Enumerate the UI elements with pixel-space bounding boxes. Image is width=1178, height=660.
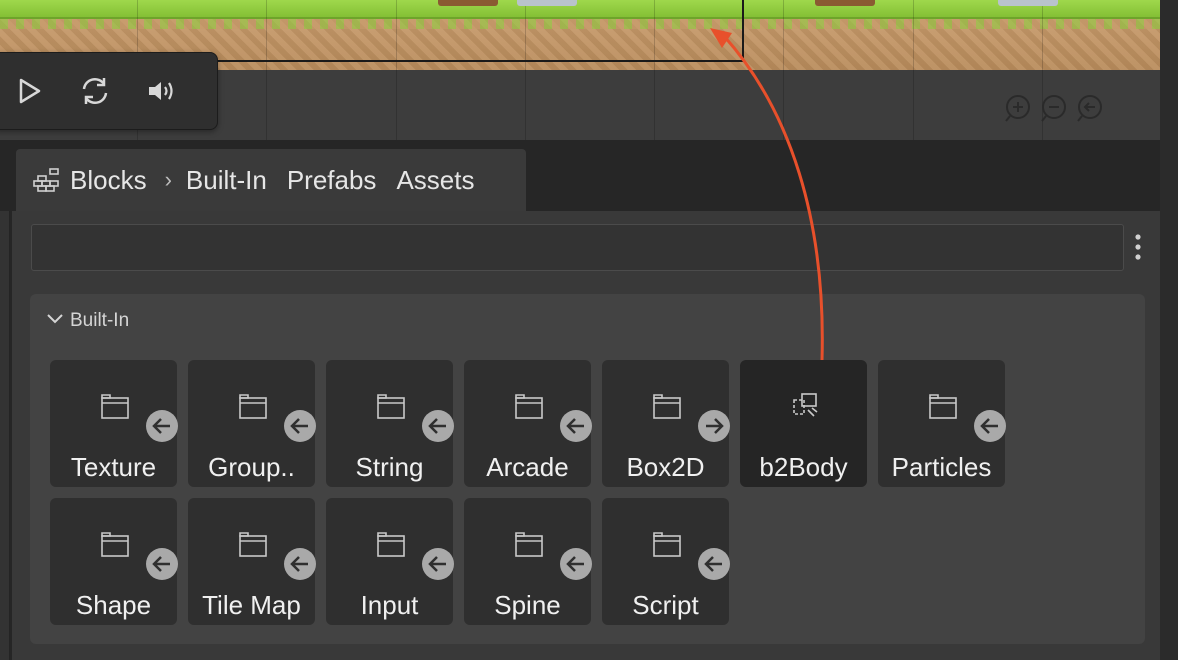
block-label: b2Body <box>759 452 848 482</box>
folder-icon <box>514 392 544 425</box>
grid-line <box>913 0 914 140</box>
arrow-left-icon[interactable] <box>145 409 179 448</box>
arrow-left-icon[interactable] <box>973 409 1007 448</box>
arrow-left-icon[interactable] <box>697 547 731 586</box>
block-label: Spine <box>494 590 561 620</box>
breadcrumb-item-prefabs[interactable]: Prefabs <box>287 165 377 196</box>
crate-sprite[interactable] <box>438 0 498 6</box>
block-tile[interactable]: Group.. <box>188 360 317 487</box>
playback-toolbar <box>0 52 218 130</box>
block-label: Texture <box>70 452 157 482</box>
folder-icon <box>100 392 130 425</box>
breadcrumb: Blocks › Built-In Prefabs Assets <box>32 149 494 211</box>
section-title: Built-In <box>70 310 130 331</box>
folder-icon <box>376 392 406 425</box>
block-tile[interactable]: Particles <box>878 360 1007 487</box>
block-tile[interactable]: Spine <box>464 498 593 625</box>
grid-line <box>783 0 784 140</box>
folder-icon <box>652 392 682 425</box>
more-options-icon[interactable] <box>1128 232 1148 262</box>
zoom-out-icon[interactable] <box>1040 94 1068 122</box>
blocks-panel-tab: Blocks › Built-In Prefabs Assets <box>16 149 526 211</box>
folder-icon <box>238 530 268 563</box>
block-label: Box2D <box>626 452 705 482</box>
folder-icon <box>928 392 958 425</box>
block-label: Tile Map <box>202 590 301 620</box>
left-panel-edge <box>0 211 10 660</box>
search-input[interactable] <box>31 224 1124 271</box>
folder-icon <box>514 530 544 563</box>
block-tile[interactable]: Texture <box>50 360 179 487</box>
block-tile[interactable]: Input <box>326 498 455 625</box>
folder-icon <box>100 530 130 563</box>
play-icon[interactable] <box>13 75 45 107</box>
zoom-in-icon[interactable] <box>1004 94 1032 122</box>
crate-sprite[interactable] <box>815 0 875 6</box>
folder-icon <box>376 530 406 563</box>
arrow-left-icon[interactable] <box>559 547 593 586</box>
arrow-left-icon[interactable] <box>559 409 593 448</box>
folder-icon <box>238 392 268 425</box>
arrow-left-icon[interactable] <box>283 409 317 448</box>
stone-sprite[interactable] <box>517 0 577 6</box>
block-tile[interactable]: Shape <box>50 498 179 625</box>
breadcrumb-item-assets[interactable]: Assets <box>396 165 474 196</box>
restart-icon[interactable] <box>79 75 111 107</box>
arrow-left-icon[interactable] <box>283 547 317 586</box>
block-label: Script <box>632 590 699 620</box>
volume-icon[interactable] <box>145 75 177 107</box>
chevron-right-icon: › <box>164 167 172 192</box>
chevron-down-icon[interactable] <box>46 310 64 332</box>
block-label: Particles <box>891 452 992 482</box>
block-tile[interactable]: String <box>326 360 455 487</box>
section-header[interactable]: Built-In <box>46 310 129 332</box>
block-label: Input <box>360 590 419 620</box>
block-tile[interactable]: Arcade <box>464 360 593 487</box>
block-tile[interactable]: b2Body <box>740 360 867 487</box>
zoom-reset-icon[interactable] <box>1076 94 1104 122</box>
blocks-icon <box>32 167 62 193</box>
block-label: String <box>355 452 424 482</box>
right-scroll-strip <box>1160 0 1178 660</box>
breadcrumb-root[interactable]: Blocks <box>70 165 147 196</box>
folder-icon <box>652 530 682 563</box>
arrow-left-icon[interactable] <box>421 409 455 448</box>
block-label: Shape <box>75 590 152 620</box>
block-tile[interactable]: Script <box>602 498 731 625</box>
breadcrumb-item-built-in[interactable]: Built-In <box>186 165 267 196</box>
block-tile[interactable]: Tile Map <box>188 498 317 625</box>
stone-sprite[interactable] <box>998 0 1058 6</box>
block-label: Arcade <box>486 452 569 482</box>
arrow-right-icon[interactable] <box>697 409 731 448</box>
block-label: Group.. <box>208 452 295 482</box>
physics-body-icon <box>790 392 820 425</box>
block-tile[interactable]: Box2D <box>602 360 731 487</box>
arrow-left-icon[interactable] <box>421 547 455 586</box>
arrow-left-icon[interactable] <box>145 547 179 586</box>
